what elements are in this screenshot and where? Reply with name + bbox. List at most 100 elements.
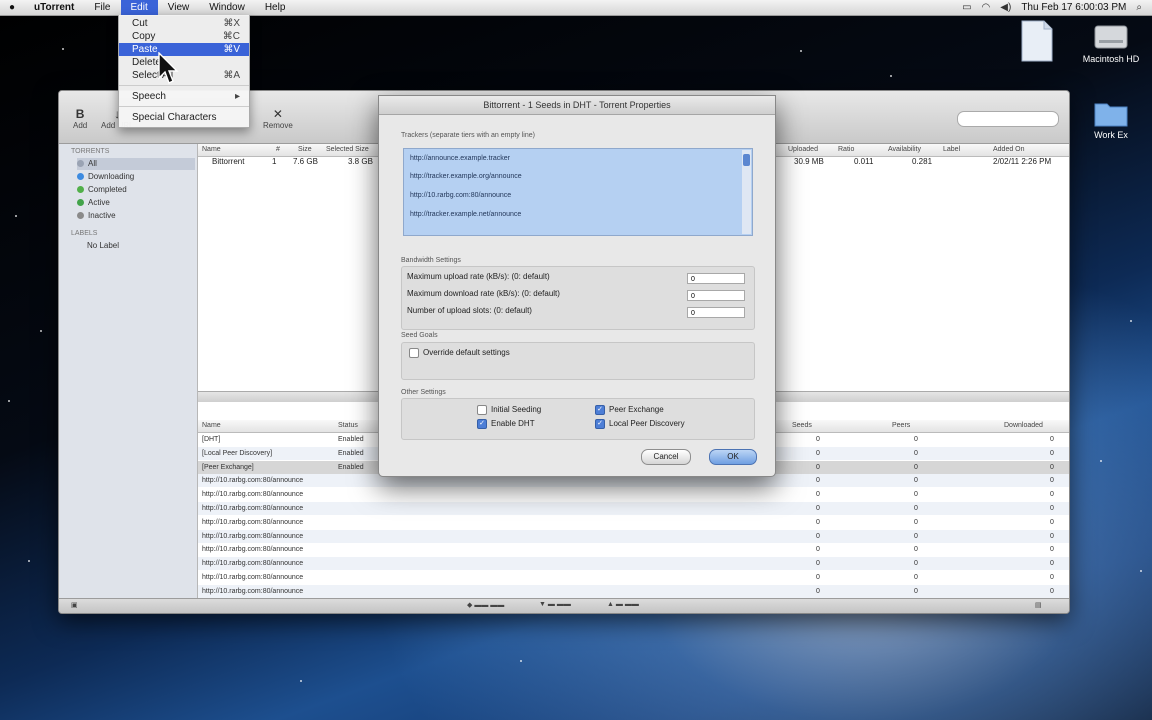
tracker-cell-seeds: 0 [816, 436, 820, 443]
wifi-icon[interactable]: ◠ [982, 2, 991, 13]
tracker-cell-name: [DHT] [202, 436, 221, 443]
table-row[interactable]: http://10.rarbg.com:80/announce 0 0 0 [198, 557, 1069, 571]
ok-button[interactable]: OK [709, 449, 757, 465]
checkmark-icon: ✓ [595, 419, 605, 429]
col-tracker-seeds[interactable]: Seeds [792, 420, 812, 432]
col-selected-size[interactable]: Selected Size [326, 144, 369, 156]
tracker-cell-dl: 0 [1050, 587, 1054, 595]
menu-edit[interactable]: Edit [120, 0, 158, 15]
sidebar-item-all[interactable]: All [77, 158, 195, 170]
enable-dht-checkbox[interactable]: ✓ Enable DHT [477, 419, 535, 429]
sidebar-item-completed[interactable]: Completed [77, 184, 195, 196]
menu-window[interactable]: Window [199, 0, 255, 15]
table-row[interactable]: http://10.rarbg.com:80/announce 0 0 0 [198, 543, 1069, 556]
table-row[interactable]: http://10.rarbg.com:80/announce 0 0 0 [198, 584, 1069, 598]
initial-seeding-checkbox[interactable]: Initial Seeding [477, 405, 541, 415]
sidebar-item-downloading[interactable]: Downloading [77, 171, 195, 183]
tracker-cell-seeds: 0 [816, 546, 820, 554]
apple-menu-icon[interactable]: ● [0, 2, 24, 13]
menu-view[interactable]: View [158, 0, 200, 15]
menu-item-select-all[interactable]: Select All ⌘A [119, 69, 249, 82]
local-peer-discovery-checkbox[interactable]: ✓ Local Peer Discovery [595, 419, 685, 429]
col-uploaded[interactable]: Uploaded [788, 144, 818, 156]
sidebar-item-active[interactable]: Active [77, 197, 195, 209]
scroll-thumb[interactable] [743, 154, 750, 166]
tracker-cell-seeds: 0 [816, 518, 820, 526]
override-default-checkbox[interactable]: Override default settings [409, 348, 510, 358]
col-tracker-name[interactable]: Name [202, 420, 221, 432]
tracker-cell-name: http://10.rarbg.com:80/announce [202, 574, 304, 581]
max-download-label: Maximum download rate (kB/s): (0: defaul… [407, 289, 560, 298]
col-added-on[interactable]: Added On [993, 144, 1025, 156]
other-settings-label: Other Settings [401, 389, 446, 396]
tracker-cell-dl: 0 [1050, 505, 1054, 512]
menu-clock[interactable]: Thu Feb 17 6:00:03 PM [1021, 2, 1126, 13]
cancel-button[interactable]: Cancel [641, 449, 691, 465]
table-row[interactable]: http://10.rarbg.com:80/announce 0 0 0 [198, 571, 1069, 584]
trackers-textarea[interactable]: http://announce.example.tracker http://t… [403, 148, 753, 236]
tracker-cell-name: http://10.rarbg.com:80/announce [202, 546, 304, 554]
status-resize-icon[interactable]: ▤ [1035, 601, 1042, 609]
menu-item-copy[interactable]: Copy ⌘C [119, 30, 249, 43]
col-tracker-peers[interactable]: Peers [892, 420, 910, 432]
menu-file[interactable]: File [84, 0, 120, 15]
table-row[interactable]: http://10.rarbg.com:80/announce 0 0 0 [198, 516, 1069, 529]
screen-icon[interactable]: ▭ [962, 2, 971, 13]
col-size[interactable]: Size [298, 144, 312, 156]
status-settings-icon[interactable]: ▣ [71, 601, 78, 609]
col-ratio[interactable]: Ratio [838, 144, 854, 156]
col-tracker-status[interactable]: Status [338, 420, 358, 432]
table-row[interactable]: http://10.rarbg.com:80/announce 0 0 0 [198, 529, 1069, 543]
menu-item-speech[interactable]: Speech ▸ [119, 90, 249, 103]
status-download-rate: ▼ ▬ ▬▬ [539, 601, 571, 608]
table-row[interactable]: http://10.rarbg.com:80/announce 0 0 0 [198, 502, 1069, 515]
menu-app-name[interactable]: uTorrent [24, 0, 84, 15]
max-upload-input[interactable]: 0 [687, 273, 745, 284]
tracker-cell-status: Enabled [338, 449, 364, 457]
spotlight-search-icon[interactable]: ⌕ [1136, 2, 1142, 13]
tracker-cell-dl: 0 [1050, 518, 1054, 526]
upload-slots-input[interactable]: 0 [687, 307, 745, 318]
status-bar: ▣ ◆ ▬▬ ▬▬ ▼ ▬ ▬▬ ▲ ▬ ▬▬ ▤ [59, 598, 1069, 613]
tracker-cell-seeds: 0 [816, 477, 820, 485]
menu-help[interactable]: Help [255, 0, 296, 15]
tracker-cell-status: Enabled [338, 436, 364, 443]
search-input[interactable] [957, 111, 1059, 127]
menu-item-delete[interactable]: Delete [119, 56, 249, 69]
seed-goals-label: Seed Goals [401, 332, 438, 339]
desktop-icon-work-ex[interactable]: Work Ex [1076, 98, 1146, 140]
sidebar-item-inactive[interactable]: Inactive [77, 210, 195, 222]
menu-item-special-characters[interactable]: Special Characters [119, 111, 249, 124]
col-tracker-downloaded[interactable]: Downloaded [1004, 420, 1043, 432]
tracker-cell-peers: 0 [914, 560, 918, 568]
completed-icon [77, 186, 84, 194]
tracker-cell-seeds: 0 [816, 587, 820, 595]
tracker-cell-dl: 0 [1050, 449, 1054, 457]
peer-exchange-checkbox[interactable]: ✓ Peer Exchange [595, 405, 664, 415]
desktop-icon-document[interactable] [1002, 20, 1072, 64]
tracker-cell-name: [Peer Exchange] [202, 463, 254, 471]
table-row[interactable]: http://10.rarbg.com:80/announce 0 0 0 [198, 488, 1069, 501]
add-torrent-button[interactable]: B Add [73, 107, 87, 130]
torrent-properties-dialog: Bittorrent - 1 Seeds in DHT - Torrent Pr… [378, 95, 776, 477]
sidebar-item-no-label[interactable]: No Label [87, 240, 205, 252]
trackers-scrollbar[interactable] [742, 150, 751, 234]
desktop-icon-macintosh-hd[interactable]: Macintosh HD [1076, 20, 1146, 64]
menu-item-cut[interactable]: Cut ⌘X [119, 17, 249, 30]
status-upload-rate: ▲ ▬ ▬▬ [607, 601, 639, 608]
tracker-cell-peers: 0 [914, 574, 918, 581]
tracker-cell-peers: 0 [914, 518, 918, 526]
max-download-input[interactable]: 0 [687, 290, 745, 301]
col-number[interactable]: # [276, 144, 280, 156]
tracker-cell-dl: 0 [1050, 477, 1054, 485]
status-dht: ◆ ▬▬ ▬▬ [467, 602, 505, 609]
remove-button[interactable]: ✕ Remove [263, 107, 293, 130]
menu-item-paste[interactable]: Paste ⌘V [119, 43, 249, 56]
col-availability[interactable]: Availability [888, 144, 921, 156]
tracker-cell-dl: 0 [1050, 546, 1054, 554]
checkbox-icon [477, 405, 487, 415]
col-label[interactable]: Label [943, 144, 960, 156]
col-name[interactable]: Name [202, 144, 221, 156]
tracker-url: http://announce.example.tracker [410, 155, 511, 162]
volume-icon[interactable]: ◀) [1000, 2, 1011, 13]
